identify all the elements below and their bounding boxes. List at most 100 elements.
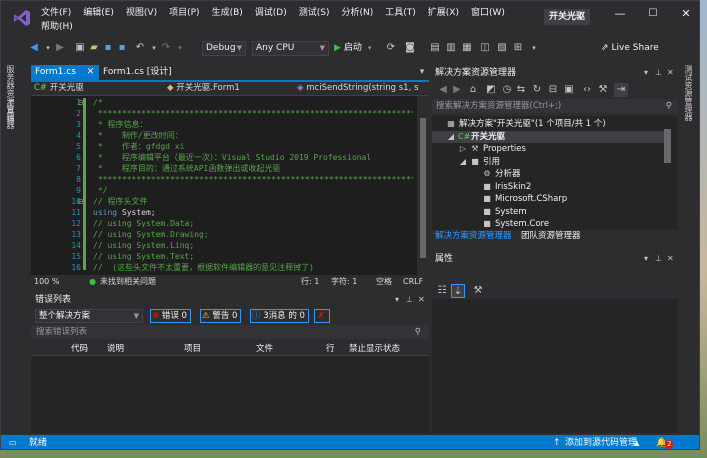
issues-status[interactable]: 未找到相关问题 xyxy=(100,275,156,288)
close-icon[interactable]: ✕ xyxy=(667,67,674,79)
redo-icon[interactable]: ↷ xyxy=(159,41,173,55)
column-file[interactable]: 文件 xyxy=(256,342,273,356)
tree-node[interactable]: ⚙ 分析器 xyxy=(471,168,520,180)
collapse-region-icon[interactable]: ⊟ xyxy=(75,196,83,207)
close-icon[interactable]: ✕ xyxy=(667,253,674,265)
property-pages-icon[interactable]: ⚒ xyxy=(471,284,485,298)
column-line[interactable]: 行 xyxy=(326,342,335,356)
test-explorer-tab[interactable]: 测试资源管理器 xyxy=(683,65,694,121)
code-line[interactable]: // (这些头文件不太重要，根据软件编辑器的意见注释掉了) xyxy=(93,262,413,273)
pin-icon[interactable]: ⊥ xyxy=(406,294,413,306)
switch-views-icon[interactable]: ◩ xyxy=(484,83,498,97)
tree-node[interactable]: ■ System xyxy=(471,206,526,218)
code-line[interactable]: /* xyxy=(93,97,413,108)
pending-changes-icon[interactable]: ◷ xyxy=(500,83,514,97)
errors-filter-button[interactable]: ⊗ 错误 0 xyxy=(150,309,191,323)
expand-toggle-icon[interactable]: ◢ xyxy=(459,156,467,168)
add-to-source-control-button[interactable]: 添加到源代码管理 xyxy=(565,435,637,449)
toolbar-icon[interactable]: ⊞ xyxy=(511,41,525,55)
tab-form1-cs[interactable]: Form1.cs ✕ xyxy=(31,65,99,80)
line-endings[interactable]: CRLF xyxy=(403,275,423,288)
sync-icon[interactable]: ⇆ xyxy=(514,83,528,97)
toolbar-icon[interactable]: ▤ xyxy=(428,41,442,55)
tree-node[interactable]: ■ System.Core xyxy=(471,218,549,230)
code-line[interactable]: // using System.Data; xyxy=(93,218,413,229)
whitespace-mode[interactable]: 空格 xyxy=(376,275,392,288)
menu-item[interactable]: 视图(V) xyxy=(120,7,163,19)
browser-link-icon[interactable]: ⟳ xyxy=(384,41,398,55)
undo-icon[interactable]: ↶ xyxy=(133,41,147,55)
solution-tree-scrollbar[interactable] xyxy=(664,129,671,163)
properties-icon[interactable]: ⚒ xyxy=(596,83,610,97)
toolbar-icon[interactable]: ▦ xyxy=(460,41,474,55)
pin-icon[interactable]: ⊥ xyxy=(655,67,662,79)
error-scope-select[interactable]: 整个解决方案 ▼ xyxy=(35,309,143,323)
show-all-files-icon[interactable]: ▣ xyxy=(562,83,576,97)
home-icon[interactable]: ⌂ xyxy=(466,83,480,97)
expand-toggle-icon[interactable]: ▷ xyxy=(459,143,467,155)
toolbar-icon[interactable]: ▥ xyxy=(444,41,458,55)
menu-item[interactable]: 扩展(X) xyxy=(422,7,465,19)
menu-item[interactable]: 分析(N) xyxy=(335,7,379,19)
solution-configuration-select[interactable]: Debug ▼ xyxy=(202,41,246,56)
navigate-back-icon[interactable]: ◀ xyxy=(27,41,41,55)
column-suppression-state[interactable]: 禁止显示状态 xyxy=(349,342,400,356)
menu-item[interactable]: 测试(S) xyxy=(293,7,336,19)
tab-solution-explorer[interactable]: 解决方案资源管理器 xyxy=(432,230,515,243)
expand-toggle-icon[interactable]: ◢ xyxy=(447,131,455,143)
tree-node[interactable]: ◢ ■ 引用 xyxy=(459,156,500,168)
tree-node[interactable]: ◢ C#开关光驱 xyxy=(432,130,664,143)
back-icon[interactable]: ◀ xyxy=(436,83,450,97)
toolbar-icon[interactable]: ▧ xyxy=(495,41,509,55)
zoom-level[interactable]: 100 % xyxy=(34,275,59,288)
code-line[interactable]: */ xyxy=(93,185,413,196)
start-button[interactable]: ▶ 启动 ▾ xyxy=(334,41,371,55)
menu-item[interactable]: 调试(D) xyxy=(249,7,293,19)
code-line[interactable]: // using System.Text; xyxy=(93,251,413,262)
tab-team-explorer[interactable]: 团队资源管理器 xyxy=(518,230,584,243)
panel-dropdown-icon[interactable]: ▾ xyxy=(395,294,399,306)
panel-dropdown-icon[interactable]: ▾ xyxy=(644,67,648,79)
class-dropdown[interactable]: ◆ 开关光驱.Form1 xyxy=(167,82,285,95)
visual-studio-logo-icon[interactable] xyxy=(13,9,31,27)
refresh-icon[interactable]: ↻ xyxy=(530,83,544,97)
chevron-down-icon[interactable]: ▾ xyxy=(527,41,541,55)
column-code[interactable]: 代码 xyxy=(71,342,88,356)
column-description[interactable]: 说明 xyxy=(107,342,124,356)
close-tab-icon[interactable]: ✕ xyxy=(87,67,95,77)
close-icon[interactable]: ✕ xyxy=(418,294,425,306)
code-line[interactable]: * 程序目的：通过系统API函数弹出或收起光驱 xyxy=(93,163,413,174)
save-icon[interactable]: ▪ xyxy=(101,41,115,55)
panel-dropdown-icon[interactable]: ▾ xyxy=(644,253,648,265)
screenshot-icon[interactable]: ◙ xyxy=(403,41,417,55)
tree-node[interactable]: ▷ ⚒ Properties xyxy=(459,143,526,155)
collapse-region-icon[interactable]: ⊟ xyxy=(75,97,83,108)
code-line[interactable]: ****************************************… xyxy=(93,174,413,185)
pin-icon[interactable]: ⊥ xyxy=(655,253,662,265)
alphabetical-icon[interactable]: ⇣ xyxy=(451,284,465,298)
menu-item[interactable]: 窗口(W) xyxy=(465,7,511,19)
code-line[interactable]: * 制作/更改时间： xyxy=(93,130,413,141)
open-file-icon[interactable]: ▰ xyxy=(87,41,101,55)
code-editor[interactable]: 1 2 3 4 5 6 7 8 9 10 11 12 13 14 15 16 /* *************… xyxy=(31,96,429,275)
menu-item[interactable]: 文件(F) xyxy=(35,7,77,19)
menu-item[interactable]: 项目(P) xyxy=(163,7,205,19)
tab-list-icon[interactable]: ▾ xyxy=(415,65,429,80)
code-line[interactable]: ****************************************… xyxy=(93,108,413,119)
member-dropdown[interactable]: ◈ mciSendString(string s1, string xyxy=(297,82,419,95)
navigate-forward-icon[interactable]: ▶ xyxy=(53,41,67,55)
tab-form1-designer[interactable]: Form1.cs [设计] xyxy=(99,65,191,80)
categorized-icon[interactable]: ☷ xyxy=(435,284,449,298)
solution-explorer-search[interactable]: 搜索解决方案资源管理器(Ctrl+;) ⚲ xyxy=(432,99,678,113)
code-line[interactable]: // using System.Drawing; xyxy=(93,229,413,240)
live-share-button[interactable]: ⇗ Live Share xyxy=(601,41,659,55)
code-line[interactable]: * 程序信息： xyxy=(93,119,413,130)
forward-icon[interactable]: ▶ xyxy=(450,83,464,97)
project-dropdown[interactable]: C# 开关光驱 xyxy=(34,82,156,95)
toolbox-tab[interactable]: 工具箱 xyxy=(5,99,16,123)
save-all-icon[interactable]: ▪ xyxy=(115,41,129,55)
menu-item[interactable]: 编辑(E) xyxy=(77,7,120,19)
maximize-button[interactable]: ☐ xyxy=(646,7,660,21)
error-list-search[interactable]: 搜索错误列表 ⚲ xyxy=(31,325,429,339)
tree-node[interactable]: ■ Microsoft.CSharp xyxy=(471,193,567,205)
